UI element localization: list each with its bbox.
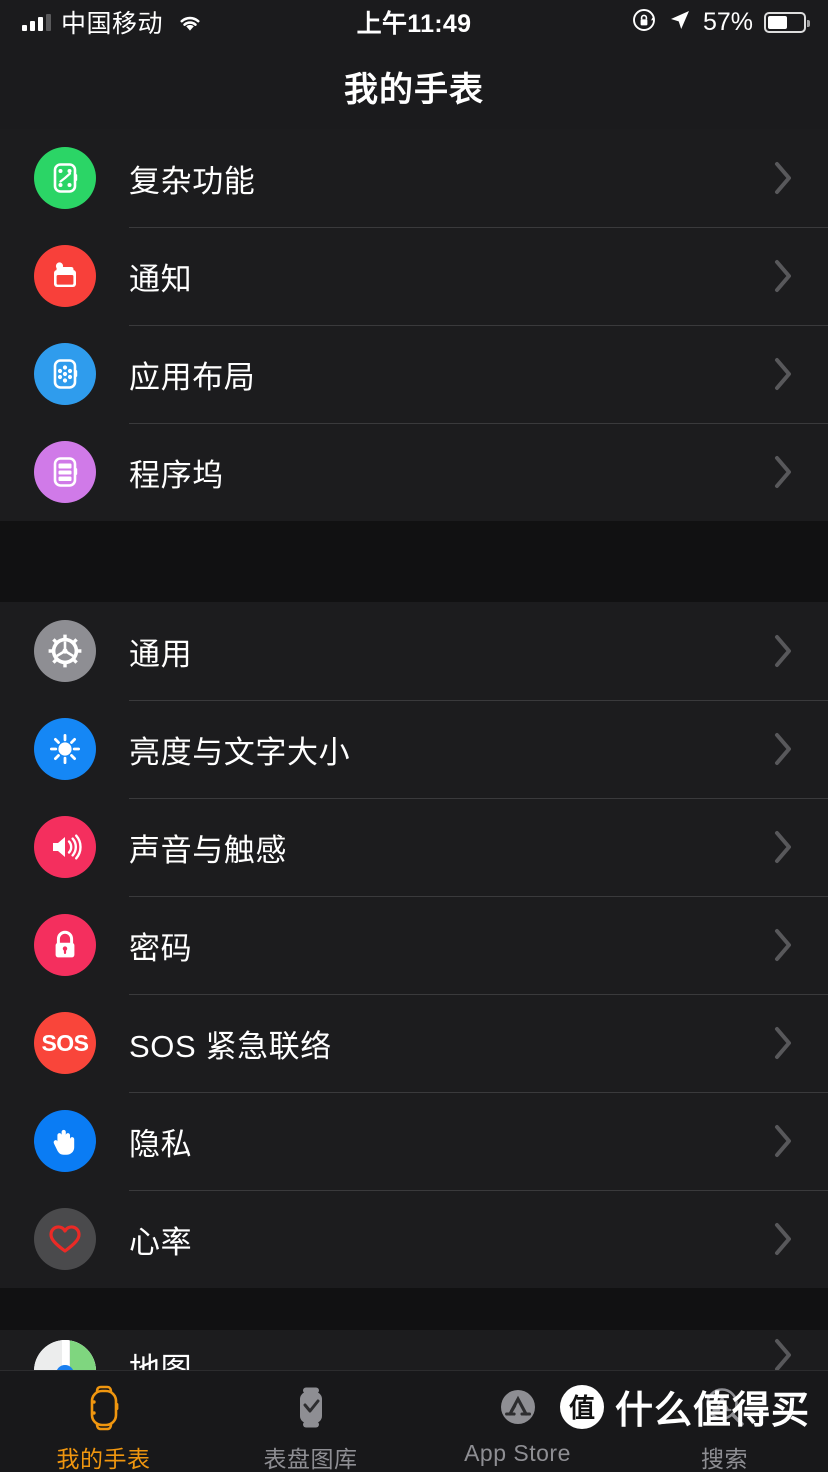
hand-icon <box>34 1110 96 1172</box>
iphone-screen: 中国移动 上午11:49 57% 我的手表 复杂功能 通知 应用布局 程序坞 通… <box>0 0 828 1472</box>
watch-outline-icon <box>78 1382 130 1434</box>
list-item-brightness[interactable]: 亮度与文字大小 <box>0 700 828 798</box>
battery-percentage: 57% <box>702 7 753 36</box>
chevron-right-icon <box>774 259 794 293</box>
app-store-search-icon <box>699 1382 751 1434</box>
list-item-general[interactable]: 通用 <box>0 602 828 700</box>
list-item-sos[interactable]: SOS SOS 紧急联络 <box>0 994 828 1092</box>
tab-label: 表盘图库 <box>263 1446 358 1472</box>
chevron-right-icon <box>774 161 794 195</box>
chevron-right-icon <box>774 357 794 391</box>
tab-search[interactable]: 搜索 <box>621 1382 828 1472</box>
status-bar-clock: 上午11:49 <box>356 10 472 38</box>
chevron-right-icon <box>774 830 794 864</box>
app-store-icon <box>492 1382 544 1434</box>
tab-my-watch[interactable]: 我的手表 <box>0 1382 207 1472</box>
section-watch-apps: 地图 <box>0 1330 828 1370</box>
battery-icon <box>764 11 810 33</box>
list-item-label: 复杂功能 <box>129 163 256 199</box>
list-item-app-layout[interactable]: 应用布局 <box>0 325 828 423</box>
list-item-sounds-haptics[interactable]: 声音与触感 <box>0 798 828 896</box>
wifi-icon <box>177 13 203 32</box>
list-item-maps[interactable]: 地图 <box>0 1330 828 1370</box>
app-layout-icon <box>34 343 96 405</box>
gear-icon <box>34 620 96 682</box>
list-item-label: 声音与触感 <box>129 832 287 868</box>
list-item-label: SOS 紧急联络 <box>129 1028 332 1064</box>
section-watch-config: 复杂功能 通知 应用布局 程序坞 <box>0 129 828 521</box>
chevron-right-icon <box>774 634 794 668</box>
cellular-bars-icon <box>22 13 51 31</box>
watch-complications-icon <box>34 147 96 209</box>
chevron-right-icon <box>774 1124 794 1158</box>
rotation-lock-icon <box>631 7 657 38</box>
status-bar-left: 中国移动 <box>22 4 203 40</box>
list-item-label: 通知 <box>129 261 193 297</box>
maps-icon <box>34 1340 96 1370</box>
list-item-label: 亮度与文字大小 <box>129 734 351 770</box>
lock-icon <box>34 914 96 976</box>
list-item-label: 密码 <box>129 930 193 966</box>
list-item-dock[interactable]: 程序坞 <box>0 423 828 521</box>
navigation-bar: 我的手表 <box>0 44 828 129</box>
chevron-right-icon <box>774 1338 794 1370</box>
chevron-right-icon <box>774 1222 794 1256</box>
brightness-icon <box>34 718 96 780</box>
list-item-passcode[interactable]: 密码 <box>0 896 828 994</box>
list-item-label: 心率 <box>129 1224 193 1260</box>
chevron-right-icon <box>774 455 794 489</box>
tab-label: 我的手表 <box>56 1446 151 1472</box>
section-gap <box>0 1288 828 1330</box>
status-bar: 中国移动 上午11:49 57% <box>0 0 828 44</box>
section-watch-settings: 通用 亮度与文字大小 声音与触感 密码 SOS SOS 紧急联络 隐私 心率 <box>0 602 828 1288</box>
list-item-complications[interactable]: 复杂功能 <box>0 129 828 227</box>
tab-label: 搜索 <box>701 1446 748 1472</box>
chevron-right-icon <box>774 928 794 962</box>
section-gap <box>0 521 828 602</box>
tab-app-store[interactable]: App Store <box>414 1382 621 1467</box>
notifications-icon <box>34 245 96 307</box>
heart-icon <box>34 1208 96 1270</box>
list-item-privacy[interactable]: 隐私 <box>0 1092 828 1190</box>
chevron-right-icon <box>774 1026 794 1060</box>
list-item-label: 地图 <box>129 1352 193 1370</box>
tab-bar: 我的手表 表盘图库 App Store 搜索 <box>0 1370 828 1472</box>
list-item-heart-rate[interactable]: 心率 <box>0 1190 828 1288</box>
watch-face-gallery-icon <box>285 1382 337 1434</box>
location-arrow-icon <box>668 8 692 37</box>
settings-list[interactable]: 复杂功能 通知 应用布局 程序坞 通用 亮度与文字大小 声音与触感 密码 SOS… <box>0 129 828 1370</box>
list-item-label: 隐私 <box>129 1126 193 1162</box>
list-item-label: 程序坞 <box>129 457 224 493</box>
carrier-name: 中国移动 <box>61 10 164 38</box>
chevron-right-icon <box>774 732 794 766</box>
tab-label: App Store <box>464 1440 571 1466</box>
page-title: 我的手表 <box>344 71 484 109</box>
sos-icon: SOS <box>34 1012 96 1074</box>
status-bar-right: 57% <box>631 7 810 38</box>
dock-icon <box>34 441 96 503</box>
list-item-label: 通用 <box>129 636 193 672</box>
list-item-label: 应用布局 <box>129 359 256 395</box>
speaker-icon <box>34 816 96 878</box>
tab-face-gallery[interactable]: 表盘图库 <box>207 1382 414 1472</box>
list-item-notifications[interactable]: 通知 <box>0 227 828 325</box>
